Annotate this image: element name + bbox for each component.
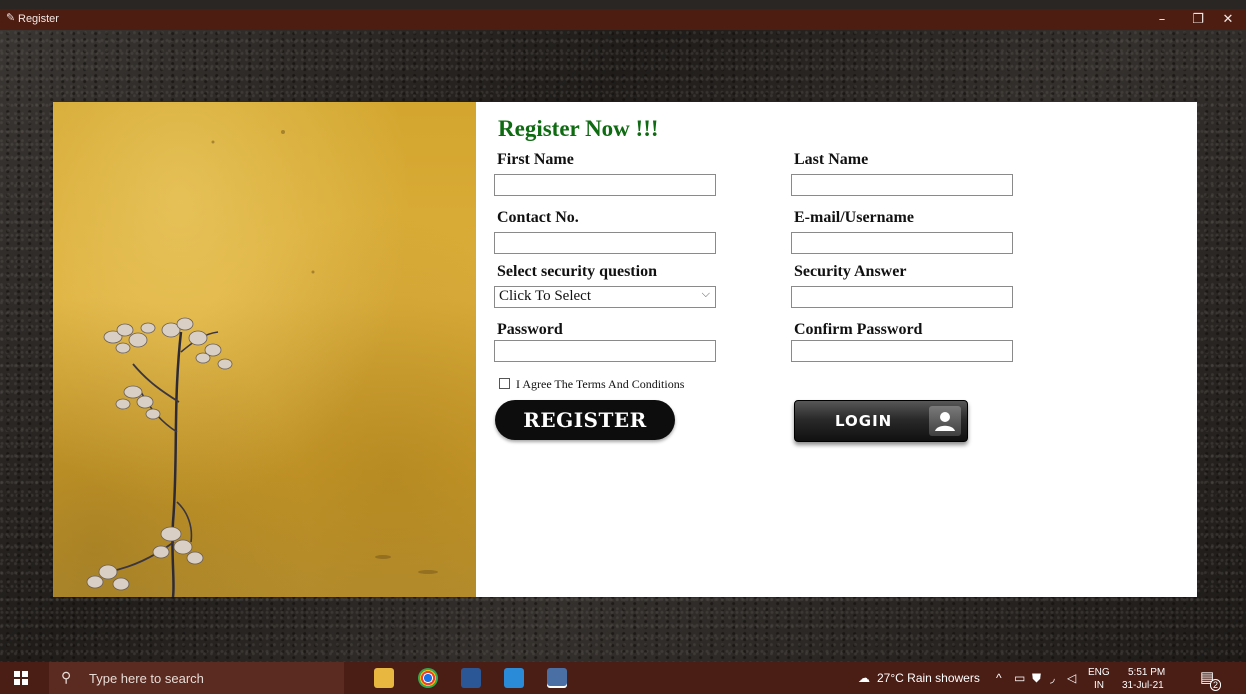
security-question-label: Select security question — [497, 263, 657, 280]
weather-text[interactable]: 27°C Rain showers — [877, 671, 980, 685]
clock-date[interactable]: 31-Jul-21 — [1122, 680, 1164, 691]
wifi-icon[interactable]: ◞ — [1050, 671, 1055, 685]
security-answer-label: Security Answer — [794, 263, 907, 280]
taskbar: ⚲ Type here to search ☁ 27°C Rain shower… — [0, 662, 1246, 694]
agree-checkbox[interactable] — [499, 378, 510, 389]
search-placeholder: Type here to search — [89, 671, 204, 686]
chevron-up-icon[interactable]: ^ — [996, 671, 1002, 685]
language-bottom[interactable]: IN — [1094, 680, 1104, 691]
confirm-password-field[interactable] — [791, 340, 1013, 362]
register-form: Register Now !!! First Name Last Name Co… — [476, 102, 1197, 597]
chevron-down-icon: ⌵ — [701, 288, 710, 300]
first-name-label: First Name — [497, 151, 574, 168]
login-button[interactable]: LOGIN — [794, 400, 968, 442]
weather-icon[interactable]: ☁ — [858, 671, 870, 685]
confirm-password-label: Confirm Password — [794, 321, 923, 338]
chrome-icon[interactable] — [418, 668, 438, 688]
security-question-select[interactable]: Click To Select ⌵ — [494, 286, 716, 308]
password-label: Password — [497, 321, 563, 338]
contact-field[interactable] — [494, 232, 716, 254]
register-now-button[interactable]: REGISTER NOW — [495, 400, 675, 472]
language-top[interactable]: ENG — [1088, 667, 1110, 678]
last-name-field[interactable] — [791, 174, 1013, 196]
security-answer-field[interactable] — [791, 286, 1013, 308]
register-card: Register Now !!! First Name Last Name Co… — [53, 102, 1197, 597]
window-title: Register — [18, 13, 59, 25]
agree-terms[interactable]: I Agree The Terms And Conditions — [499, 377, 684, 392]
windows-start-icon[interactable] — [14, 671, 28, 688]
file-explorer-icon[interactable] — [374, 668, 394, 688]
search-icon: ⚲ — [61, 669, 72, 685]
password-field[interactable] — [494, 340, 716, 362]
first-name-field[interactable] — [494, 174, 716, 196]
email-field[interactable] — [791, 232, 1013, 254]
notification-count: 2 — [1210, 679, 1222, 691]
agree-label: I Agree The Terms And Conditions — [516, 377, 685, 391]
flower-photo — [53, 102, 476, 597]
taskbar-search[interactable]: ⚲ Type here to search — [49, 662, 344, 694]
contact-label: Contact No. — [497, 209, 579, 226]
battery-icon[interactable]: ▭ — [1014, 671, 1025, 685]
word-icon[interactable] — [461, 668, 481, 688]
window-title-bar: ✎ Register – ❐ ✕ — [0, 9, 1246, 30]
clock-time[interactable]: 5:51 PM — [1128, 667, 1165, 678]
vscode-icon[interactable] — [504, 668, 524, 688]
user-icon — [929, 406, 961, 436]
form-heading: Register Now !!! — [498, 116, 659, 141]
security-question-value: Click To Select — [499, 288, 591, 304]
feather-icon: ✎ — [6, 11, 16, 24]
last-name-label: Last Name — [794, 151, 869, 168]
close-button[interactable]: ✕ — [1210, 9, 1246, 30]
speaker-icon[interactable]: ◁ — [1067, 671, 1076, 685]
shield-icon[interactable]: ⛊ — [1032, 671, 1041, 686]
login-button-label: LOGIN — [835, 412, 893, 430]
python-icon[interactable] — [547, 668, 567, 688]
minimize-button[interactable]: – — [1144, 9, 1180, 30]
email-label: E-mail/Username — [794, 209, 914, 226]
